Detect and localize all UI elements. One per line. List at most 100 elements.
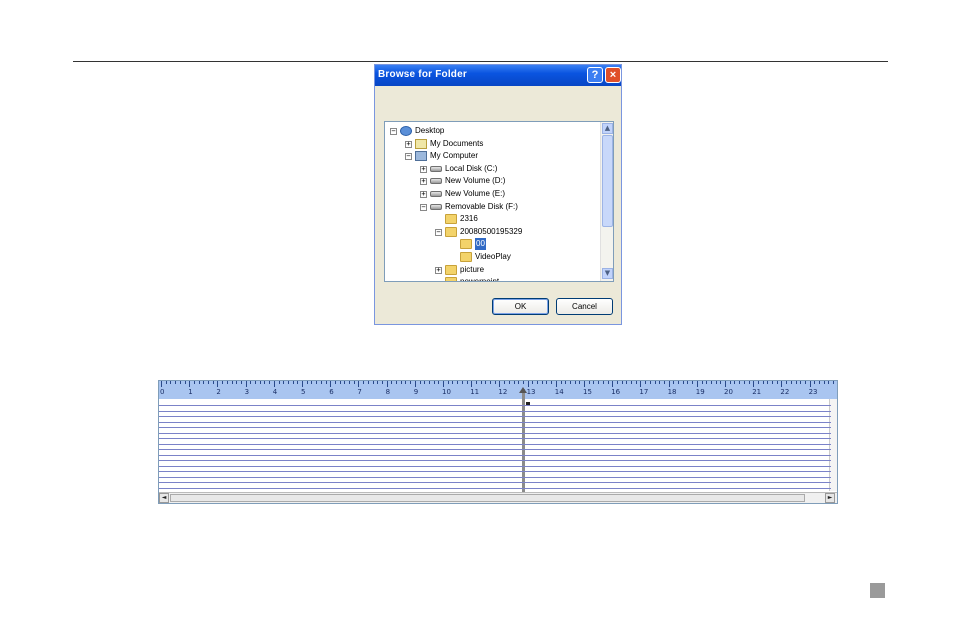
collapse-icon[interactable]: − bbox=[420, 203, 427, 211]
channel-row[interactable] bbox=[159, 454, 831, 456]
page-header-rule bbox=[73, 61, 888, 62]
minor-tick bbox=[231, 381, 233, 384]
expand-icon[interactable]: + bbox=[420, 191, 427, 198]
dialog-titlebar[interactable]: Browse for Folder ? × bbox=[375, 65, 621, 86]
cancel-button[interactable]: Cancel bbox=[556, 298, 613, 315]
channel-row[interactable] bbox=[159, 476, 831, 478]
minor-tick bbox=[311, 381, 313, 384]
tree-node[interactable]: + My Documents bbox=[385, 138, 600, 150]
minor-tick bbox=[466, 381, 468, 384]
channel-row[interactable] bbox=[159, 427, 831, 428]
expand-icon[interactable]: + bbox=[405, 140, 412, 148]
collapse-icon[interactable]: − bbox=[435, 228, 442, 236]
minor-tick bbox=[344, 381, 346, 384]
tree-node[interactable]: + New Volume (D:) bbox=[385, 175, 600, 187]
channel-row[interactable] bbox=[159, 405, 831, 406]
computer-icon bbox=[415, 151, 427, 162]
channel-row[interactable] bbox=[159, 449, 831, 450]
minor-tick bbox=[377, 381, 379, 384]
hour-tick bbox=[161, 381, 162, 387]
minor-tick bbox=[226, 381, 228, 384]
time-cursor-handle-icon[interactable] bbox=[518, 387, 527, 393]
hour-ruler[interactable]: 0 1 2 3 4 5 6 7 8 9 10 11 12 13 14 15 16 17 18 19 20 21 22 23 bbox=[159, 381, 837, 399]
collapse-icon[interactable]: − bbox=[405, 153, 412, 161]
minor-tick bbox=[541, 381, 543, 384]
tree-node[interactable]: − Desktop bbox=[385, 125, 600, 137]
timeline-horizontal-scrollbar[interactable]: ◄ ► bbox=[159, 492, 837, 503]
minor-tick bbox=[635, 381, 637, 384]
collapse-icon[interactable]: − bbox=[390, 128, 397, 135]
minor-tick bbox=[762, 381, 764, 384]
channel-row[interactable] bbox=[159, 471, 831, 472]
hour-tick bbox=[443, 381, 444, 387]
channel-row[interactable] bbox=[159, 465, 831, 467]
minor-tick bbox=[490, 381, 491, 384]
minor-tick bbox=[659, 381, 661, 384]
minor-tick bbox=[480, 381, 482, 384]
channel-row[interactable] bbox=[159, 421, 831, 423]
tree-node[interactable]: powerpoint bbox=[385, 276, 600, 281]
minor-tick bbox=[772, 381, 773, 384]
minor-tick bbox=[678, 381, 679, 384]
expand-icon[interactable]: + bbox=[420, 178, 427, 186]
tree-node[interactable]: 2316 bbox=[385, 213, 600, 225]
hour-tick bbox=[555, 381, 557, 387]
recording-timeline[interactable]: 0 1 2 3 4 5 6 7 8 9 10 11 12 13 14 15 16 17 18 19 20 21 22 23 ◄… bbox=[158, 380, 838, 504]
tree-node-label: Desktop bbox=[415, 126, 445, 135]
channel-row[interactable] bbox=[159, 482, 831, 483]
hour-tick bbox=[809, 381, 811, 387]
minor-tick bbox=[452, 381, 454, 384]
tree-node[interactable]: + Local Disk (C:) bbox=[385, 163, 600, 175]
channel-row[interactable] bbox=[159, 410, 831, 412]
horizontal-scroll-thumb[interactable] bbox=[170, 494, 805, 502]
hour-tick bbox=[189, 381, 191, 387]
tree-node[interactable]: − 20080500195329 bbox=[385, 226, 600, 238]
minor-tick bbox=[748, 381, 750, 384]
minor-tick bbox=[546, 381, 548, 384]
minor-tick bbox=[457, 381, 459, 384]
tree-node[interactable]: + New Volume (E:) bbox=[385, 188, 600, 200]
tree-node[interactable]: − My Computer bbox=[385, 150, 600, 162]
folder-icon bbox=[460, 252, 472, 262]
minor-tick bbox=[184, 381, 186, 384]
minor-tick bbox=[776, 381, 778, 384]
tree-node[interactable]: + picture bbox=[385, 264, 600, 276]
scroll-thumb[interactable] bbox=[602, 135, 613, 227]
channel-row[interactable] bbox=[159, 460, 831, 461]
dialog-title: Browse for Folder bbox=[378, 69, 467, 80]
folder-icon bbox=[445, 226, 457, 237]
scroll-down-arrow-icon[interactable]: ▼ bbox=[602, 268, 613, 279]
expand-icon[interactable]: + bbox=[420, 165, 427, 173]
tree-node-label: New Volume (E:) bbox=[445, 189, 506, 198]
channel-row[interactable] bbox=[159, 432, 831, 434]
hour-label: 3 bbox=[244, 388, 250, 396]
channel-row[interactable] bbox=[159, 416, 831, 417]
tree-node[interactable]: VideoPlay bbox=[385, 251, 600, 263]
browse-for-folder-dialog: Browse for Folder ? × ▲ ▼ − Desktop + My Do… bbox=[374, 64, 622, 325]
ok-button[interactable]: OK bbox=[492, 298, 549, 315]
tree-node[interactable]: 00 bbox=[385, 238, 600, 251]
hour-label: 23 bbox=[808, 388, 818, 396]
folder-tree[interactable]: ▲ ▼ − Desktop + My Documents − My Computer + Lo… bbox=[384, 121, 614, 282]
scroll-left-arrow-icon[interactable]: ◄ bbox=[159, 493, 169, 503]
tree-node[interactable]: − Removable Disk (F:) bbox=[385, 201, 600, 213]
channel-row[interactable] bbox=[159, 443, 831, 445]
minor-tick bbox=[767, 381, 769, 384]
tree-node-label: Local Disk (C:) bbox=[445, 163, 498, 173]
help-button[interactable]: ? bbox=[587, 67, 603, 83]
expand-icon[interactable]: + bbox=[435, 266, 442, 274]
channel-row[interactable] bbox=[159, 438, 831, 439]
minor-tick bbox=[720, 381, 722, 384]
minor-tick bbox=[687, 381, 689, 384]
minor-tick bbox=[518, 381, 520, 384]
hour-label: 14 bbox=[554, 388, 564, 396]
minor-tick bbox=[400, 381, 402, 384]
scroll-up-arrow-icon[interactable]: ▲ bbox=[602, 123, 613, 134]
scroll-right-arrow-icon[interactable]: ► bbox=[825, 493, 835, 503]
hour-tick bbox=[725, 381, 726, 387]
channel-row[interactable] bbox=[159, 487, 831, 489]
tree-vertical-scrollbar[interactable]: ▲ ▼ bbox=[600, 122, 613, 281]
close-button[interactable]: × bbox=[605, 67, 621, 83]
drive-icon bbox=[430, 203, 442, 210]
minor-tick bbox=[447, 381, 449, 384]
